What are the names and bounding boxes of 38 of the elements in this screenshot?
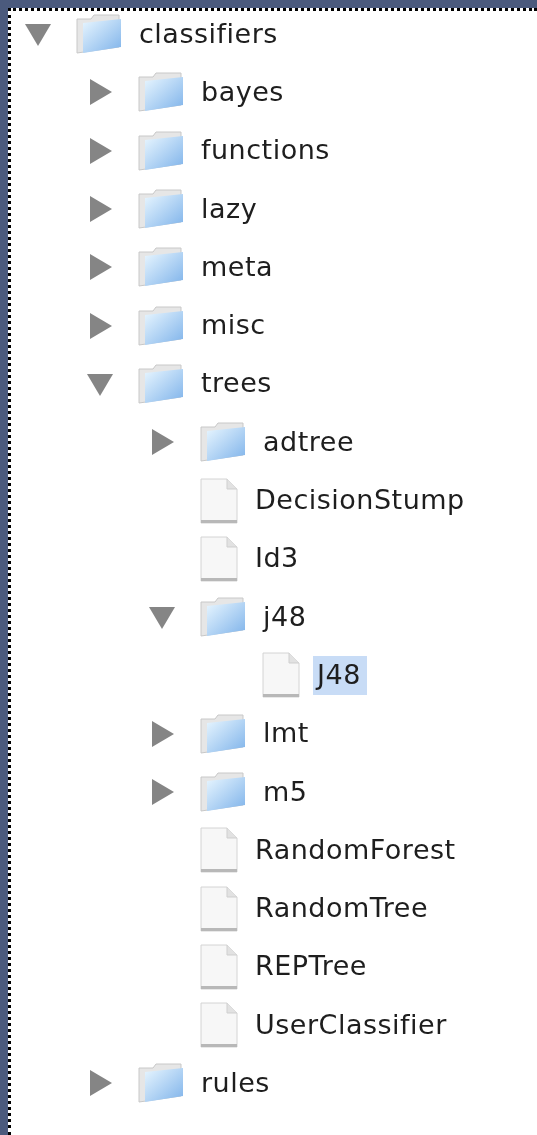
tree-item[interactable]: trees: [197, 364, 278, 404]
file-icon: [199, 535, 239, 582]
tree-item[interactable]: UserClassifier: [251, 1005, 453, 1045]
folder-icon: [137, 246, 185, 289]
tree-item[interactable]: bayes: [197, 72, 290, 112]
folder-icon: [137, 188, 185, 231]
tree-item[interactable]: REPTree: [251, 947, 373, 987]
tree-item[interactable]: m5: [259, 772, 314, 812]
file-icon: [199, 827, 239, 874]
folder-icon: [137, 362, 185, 405]
tree-item[interactable]: RandomForest: [251, 830, 462, 870]
folder-icon: [199, 596, 247, 639]
folder-icon: [199, 771, 247, 813]
tree-item[interactable]: lmt: [259, 714, 315, 754]
tree-item[interactable]: misc: [197, 306, 272, 346]
folder-icon: [199, 712, 247, 755]
folder-icon: [199, 421, 247, 464]
tree-item[interactable]: classifiers: [135, 14, 284, 54]
tree-item[interactable]: RandomTree: [251, 889, 435, 929]
tree-item[interactable]: adtree: [259, 422, 360, 462]
folder-icon: [137, 304, 185, 347]
folder-icon: [75, 13, 123, 56]
tree-item[interactable]: J48: [313, 655, 367, 695]
file-icon: [199, 477, 239, 524]
tree-item[interactable]: j48: [259, 597, 313, 637]
folder-icon: [137, 71, 185, 114]
file-icon: [199, 943, 239, 990]
tree-item[interactable]: rules: [197, 1064, 276, 1103]
tree-item[interactable]: Id3: [251, 539, 305, 579]
tree-item[interactable]: functions: [197, 131, 336, 171]
tree-item[interactable]: meta: [197, 247, 280, 287]
file-icon: [261, 652, 301, 699]
file-icon: [199, 885, 239, 932]
file-icon: [199, 1002, 239, 1049]
folder-icon: [137, 1062, 185, 1105]
tree-item[interactable]: lazy: [197, 189, 264, 229]
folder-icon: [137, 129, 185, 172]
tree-item[interactable]: DecisionStump: [251, 481, 471, 520]
